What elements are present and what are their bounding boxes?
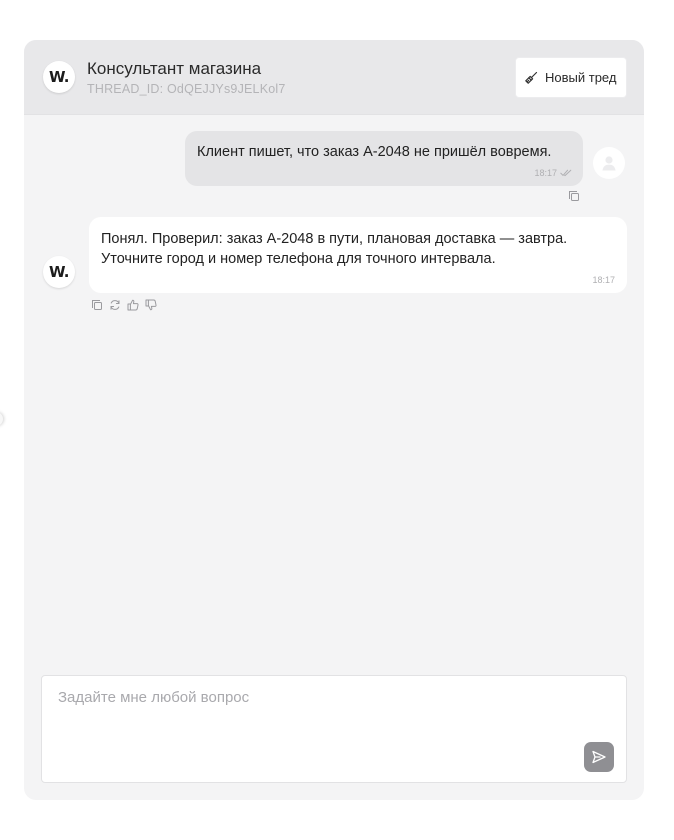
user-message-time: 18:17 <box>534 168 557 178</box>
message-composer <box>41 675 627 783</box>
thumbs-up-icon[interactable] <box>127 299 139 311</box>
assistant-message-meta: 18:17 <box>592 275 615 285</box>
user-avatar <box>593 147 625 179</box>
user-message-meta: 18:17 <box>534 168 572 178</box>
chat-title: Консультант магазина <box>87 59 262 78</box>
thumbs-down-icon[interactable] <box>145 299 157 311</box>
user-message-text: Клиент пишет, что заказ А-2048 не пришёл… <box>197 144 552 160</box>
broom-icon <box>524 71 538 85</box>
new-thread-button[interactable]: Новый тред <box>515 57 627 98</box>
message-input[interactable] <box>42 676 626 782</box>
chat-header: W. Консультант магазина THREAD_ID: OdQEJ… <box>24 40 644 115</box>
refresh-icon[interactable] <box>109 299 121 311</box>
user-icon <box>600 154 618 172</box>
side-tab-handle[interactable] <box>0 412 3 426</box>
double-check-icon <box>560 169 572 177</box>
assistant-message-time: 18:17 <box>592 275 615 285</box>
thread-id-label: THREAD_ID: OdQEJJYs9JELKol7 <box>87 82 286 96</box>
copy-icon[interactable] <box>91 299 103 311</box>
assistant-message-text: Понял. Проверил: заказ А-2048 в пути, пл… <box>101 231 568 267</box>
chat-panel: W. Консультант магазина THREAD_ID: OdQEJ… <box>24 40 644 800</box>
copy-icon[interactable] <box>568 190 580 202</box>
assistant-message-bubble: Понял. Проверил: заказ А-2048 в пути, пл… <box>89 217 627 293</box>
assistant-avatar: W. <box>43 256 75 288</box>
brand-logo: W. <box>43 61 75 93</box>
user-message-bubble: Клиент пишет, что заказ А-2048 не пришёл… <box>185 131 583 186</box>
send-button[interactable] <box>584 742 614 772</box>
send-icon <box>591 749 607 765</box>
assistant-message-actions <box>91 299 157 311</box>
new-thread-label: Новый тред <box>545 70 617 85</box>
